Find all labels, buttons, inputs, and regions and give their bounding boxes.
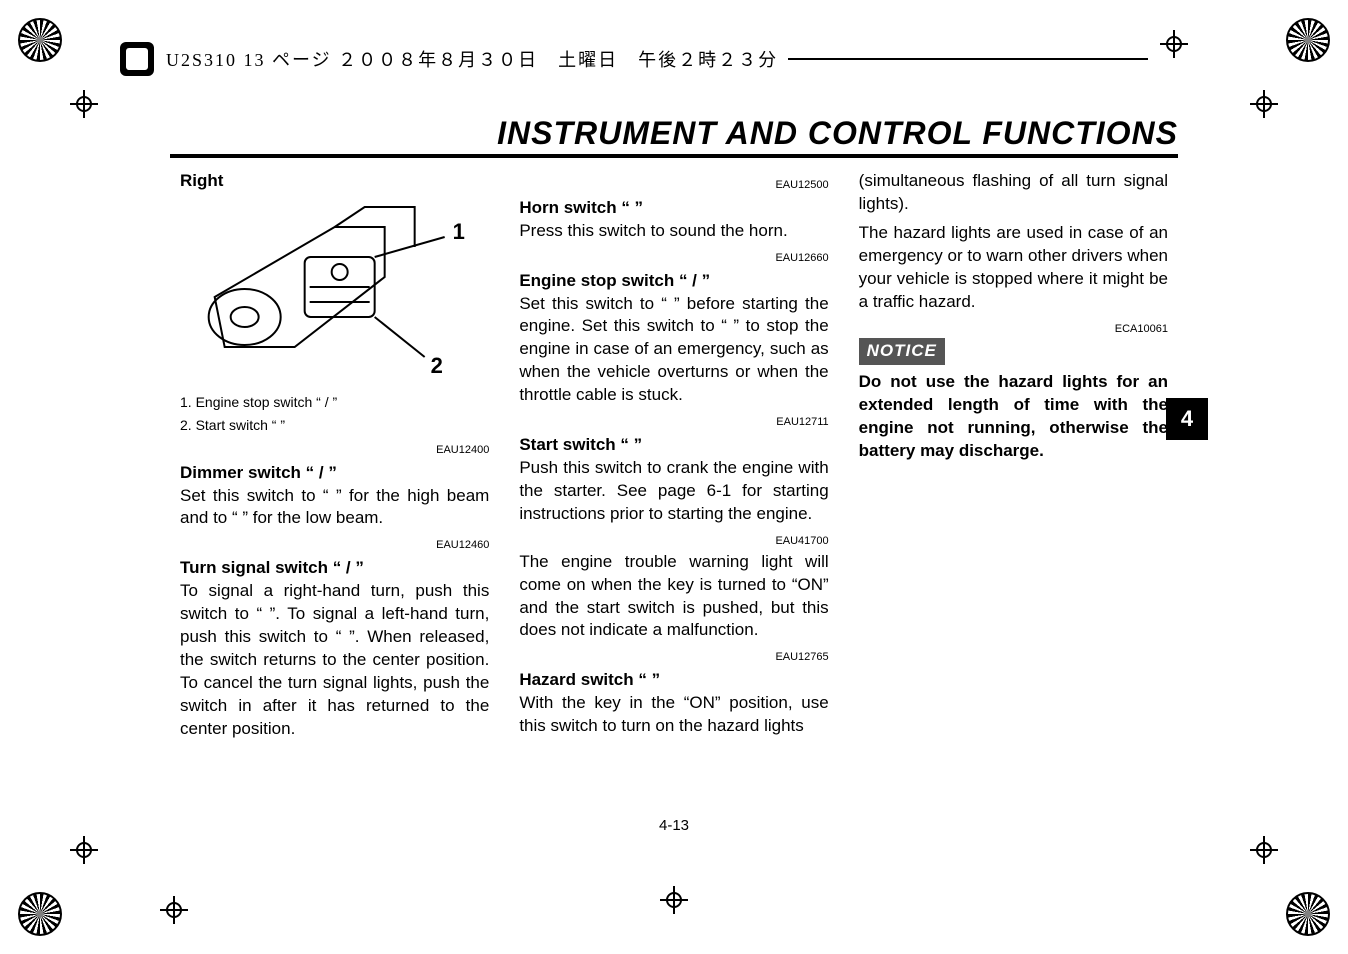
crop-mark-icon (1160, 30, 1188, 58)
handlebar-diagram: 1 2 (180, 197, 489, 387)
hazard-switch-heading: Hazard switch “ ” (519, 669, 828, 692)
hazard-usage: The hazard lights are used in case of an… (859, 222, 1168, 314)
crop-mark-icon (1250, 90, 1278, 118)
ref-code: EAU41700 (519, 534, 828, 549)
crop-mark-icon (160, 896, 188, 924)
ref-code: EAU12400 (180, 443, 489, 458)
diagram-legend: 1. Engine stop switch “ / ” 2. Start swi… (180, 393, 489, 435)
ref-code: EAU12460 (180, 538, 489, 553)
ref-code: EAU12660 (519, 251, 828, 266)
hazard-continuation: (simultaneous flashing of all turn signa… (859, 170, 1168, 216)
turn-signal-body: To signal a right-hand turn, push this s… (180, 580, 489, 741)
page-number: 4-13 (659, 817, 689, 834)
crop-mark-icon (70, 836, 98, 864)
diagram-label: Right (180, 170, 489, 193)
registration-mark-icon (18, 892, 62, 936)
crop-mark-icon (70, 90, 98, 118)
turn-signal-heading: Turn signal switch “ / ” (180, 557, 489, 580)
registration-mark-icon (18, 18, 62, 62)
content-area: Right 1 2 (180, 170, 1168, 844)
chapter-tab: 4 (1166, 398, 1208, 440)
document-icon (120, 42, 154, 76)
title-bar: INSTRUMENT AND CONTROL FUNCTIONS (170, 114, 1178, 158)
engine-stop-heading: Engine stop switch “ / ” (519, 270, 828, 293)
page-title: INSTRUMENT AND CONTROL FUNCTIONS (497, 115, 1178, 152)
header-file-info: U2S310 13 ページ ２００８年８月３０日 土曜日 午後２時２３分 (166, 46, 778, 72)
crop-mark-icon (660, 886, 688, 914)
dimmer-switch-body: Set this switch to “ ” for the high beam… (180, 485, 489, 531)
page: U2S310 13 ページ ２００８年８月３０日 土曜日 午後２時２３分 INS… (0, 0, 1348, 954)
header-bar: U2S310 13 ページ ２００８年８月３０日 土曜日 午後２時２３分 (120, 42, 1158, 76)
column-1: Right 1 2 (180, 170, 489, 844)
dimmer-switch-heading: Dimmer switch “ / ” (180, 462, 489, 485)
column-3: (simultaneous flashing of all turn signa… (859, 170, 1168, 844)
registration-mark-icon (1286, 892, 1330, 936)
legend-item-1: 1. Engine stop switch “ / ” (180, 393, 489, 412)
hazard-switch-body: With the key in the “ON” position, use t… (519, 692, 828, 738)
horn-switch-heading: Horn switch “ ” (519, 197, 828, 220)
ref-code: ECA10061 (859, 322, 1168, 337)
header-text: U2S310 13 ページ ２００８年８月３０日 土曜日 午後２時２３分 (166, 50, 778, 70)
legend-item-2: 2. Start switch “ ” (180, 416, 489, 435)
horn-switch-body: Press this switch to sound the horn. (519, 220, 828, 243)
registration-mark-icon (1286, 18, 1330, 62)
ref-code: EAU12500 (519, 178, 828, 193)
notice-body: Do not use the hazard lights for an exte… (859, 371, 1168, 463)
callout-2: 2 (431, 353, 443, 378)
ref-code: EAU12711 (519, 415, 828, 430)
warning-light-body: The engine trouble warning light will co… (519, 551, 828, 643)
chapter-number: 4 (1181, 406, 1193, 432)
crop-mark-icon (1250, 836, 1278, 864)
header-rule (788, 58, 1148, 60)
start-switch-body: Push this switch to crank the engine wit… (519, 457, 828, 526)
start-switch-heading: Start switch “ ” (519, 434, 828, 457)
engine-stop-body: Set this switch to “ ” before starting t… (519, 293, 828, 408)
column-2: EAU12500 Horn switch “ ” Press this swit… (519, 170, 828, 844)
callout-1: 1 (453, 219, 465, 244)
ref-code: EAU12765 (519, 650, 828, 665)
notice-label: NOTICE (859, 338, 945, 365)
